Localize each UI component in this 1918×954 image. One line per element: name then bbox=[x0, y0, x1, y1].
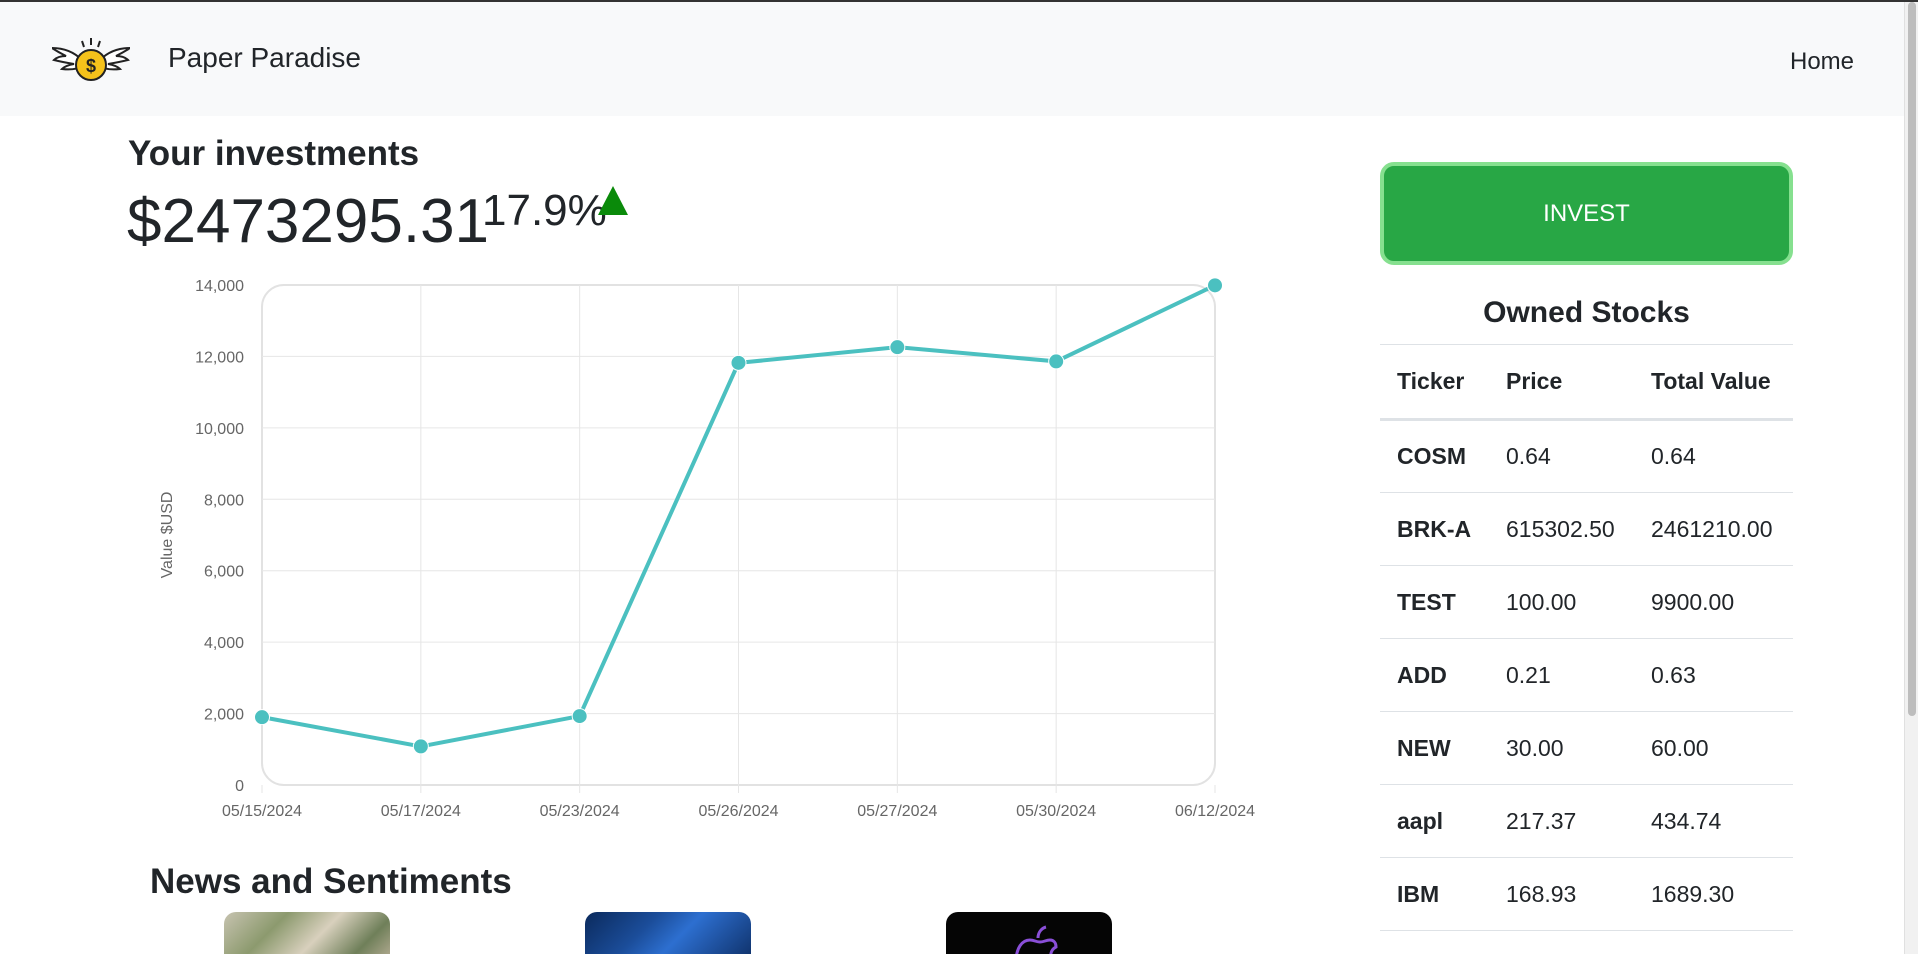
chart-y-tick-label: 12,000 bbox=[195, 349, 244, 366]
chart-x-tick-label: 05/26/2024 bbox=[698, 803, 778, 820]
column-header-ticker[interactable]: Ticker bbox=[1380, 344, 1489, 421]
total-value-cell: 434.74 bbox=[1634, 784, 1793, 858]
news-thumbnail-plants[interactable] bbox=[224, 912, 390, 954]
column-header-total-value[interactable]: Total Value bbox=[1634, 344, 1793, 421]
ticker-cell: BRK-A bbox=[1380, 492, 1489, 566]
investments-title: Your investments bbox=[128, 134, 420, 173]
chart-y-axis-label: Value $USD bbox=[159, 492, 176, 579]
chart-x-tick-label: 05/15/2024 bbox=[222, 803, 302, 820]
chart-data-point[interactable] bbox=[412, 738, 429, 755]
table-row[interactable]: IBM 168.93 1689.30 bbox=[1380, 857, 1793, 931]
navbar: $ Paper Paradise Home bbox=[0, 2, 1904, 116]
total-value-cell: 9900.00 bbox=[1634, 565, 1793, 639]
chart-y-tick-label: 0 bbox=[235, 778, 244, 795]
scrollbar-thumb[interactable] bbox=[1908, 2, 1916, 716]
up-triangle-icon bbox=[598, 186, 628, 215]
nav-home-link[interactable]: Home bbox=[1790, 48, 1854, 76]
price-cell: 0.21 bbox=[1489, 638, 1634, 712]
chart-y-tick-label: 14,000 bbox=[195, 278, 244, 295]
chart-y-tick-label: 10,000 bbox=[195, 421, 244, 438]
chart-x-tick-label: 05/23/2024 bbox=[540, 803, 620, 820]
total-value-cell: 0.63 bbox=[1634, 638, 1793, 712]
total-value-cell: 60.00 bbox=[1634, 711, 1793, 785]
portfolio-value-chart[interactable]: 0 2,000 4,000 6,000 8,000 10,000 12,000 14,000 0… bbox=[140, 270, 1280, 830]
svg-text:$: $ bbox=[86, 56, 96, 76]
portfolio-total-value: $2473295.31 bbox=[127, 187, 490, 256]
price-cell: 0.64 bbox=[1489, 419, 1634, 493]
price-cell: 217.37 bbox=[1489, 784, 1634, 858]
total-value-cell: 0.64 bbox=[1634, 419, 1793, 493]
apple-logo-icon bbox=[1015, 925, 1058, 954]
table-row[interactable]: aapl 217.37 434.74 bbox=[1380, 784, 1793, 858]
chart-y-tick-label: 6,000 bbox=[204, 564, 244, 581]
ticker-cell: aapl bbox=[1380, 784, 1489, 858]
news-thumbnail-apple-logo[interactable] bbox=[946, 912, 1112, 954]
price-cell: 30.00 bbox=[1489, 711, 1634, 785]
chart-data-point[interactable] bbox=[254, 709, 270, 726]
winged-dollar-coin-icon[interactable]: $ bbox=[52, 36, 130, 86]
news-thumbnail-trading-floor[interactable] bbox=[585, 912, 751, 954]
ticker-cell: NEW bbox=[1380, 711, 1489, 785]
chart-data-point[interactable] bbox=[889, 339, 906, 356]
owned-stocks-title: Owned Stocks bbox=[1483, 296, 1690, 329]
price-cell: 615302.50 bbox=[1489, 492, 1634, 566]
chart-x-tick-label: 06/12/2024 bbox=[1175, 803, 1255, 820]
chart-y-tick-label: 2,000 bbox=[204, 707, 244, 724]
column-header-price[interactable]: Price bbox=[1489, 344, 1634, 421]
chart-y-tick-label: 8,000 bbox=[204, 492, 244, 509]
total-value-cell: 2461210.00 bbox=[1634, 492, 1793, 566]
ticker-cell: COSM bbox=[1380, 419, 1489, 493]
price-cell: 168.93 bbox=[1489, 857, 1634, 931]
invest-button[interactable]: INVEST bbox=[1380, 162, 1793, 265]
chart-data-point[interactable] bbox=[571, 708, 588, 725]
chart-x-tick-label: 05/30/2024 bbox=[1016, 803, 1096, 820]
chart-data-point[interactable] bbox=[1207, 277, 1223, 294]
table-row[interactable]: TEST 100.00 9900.00 bbox=[1380, 565, 1793, 639]
price-cell: 100.00 bbox=[1489, 565, 1634, 639]
table-header-row: Ticker Price Total Value bbox=[1380, 344, 1793, 421]
chart-data-point[interactable] bbox=[730, 354, 747, 371]
table-row[interactable]: ADD 0.21 0.63 bbox=[1380, 638, 1793, 712]
portfolio-change-percent: 17.9% bbox=[482, 186, 607, 235]
ticker-cell: ADD bbox=[1380, 638, 1489, 712]
brand-link[interactable]: Paper Paradise bbox=[168, 42, 361, 74]
owned-stocks-table: Ticker Price Total Value COSM 0.64 0.64 … bbox=[1380, 344, 1793, 931]
ticker-cell: IBM bbox=[1380, 857, 1489, 931]
table-row[interactable]: COSM 0.64 0.64 bbox=[1380, 419, 1793, 493]
chart-y-tick-label: 4,000 bbox=[204, 635, 244, 652]
total-value-cell: 1689.30 bbox=[1634, 857, 1793, 931]
table-row[interactable]: BRK-A 615302.50 2461210.00 bbox=[1380, 492, 1793, 566]
chart-x-tick-label: 05/17/2024 bbox=[381, 803, 461, 820]
chart-data-point[interactable] bbox=[1048, 353, 1065, 370]
ticker-cell: TEST bbox=[1380, 565, 1489, 639]
news-section-title: News and Sentiments bbox=[150, 862, 512, 901]
table-row[interactable]: NEW 30.00 60.00 bbox=[1380, 711, 1793, 785]
page-scrollbar[interactable] bbox=[1904, 2, 1918, 954]
chart-x-tick-label: 05/27/2024 bbox=[857, 803, 937, 820]
